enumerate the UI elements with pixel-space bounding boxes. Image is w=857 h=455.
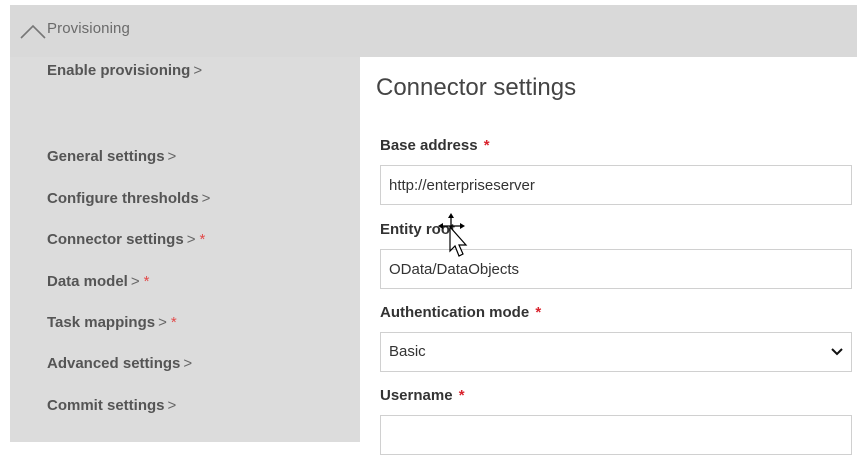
field-label-text: Username [380,387,453,404]
base-address-label: Base address * [380,137,490,154]
authentication-mode-label: Authentication mode * [380,304,541,321]
nav-item-label: Commit settings [47,397,165,414]
chevron-down-icon [831,348,843,356]
select-value: Basic [389,343,426,360]
required-marker: * [535,304,542,321]
chevron-right-icon: > [183,355,193,372]
nav-item-label: General settings [47,148,165,165]
field-label-text: Entity root [380,221,455,238]
chevron-right-icon: > [167,148,177,165]
nav-item-data-model[interactable]: Data model > * [47,270,149,294]
nav-item-configure-thresholds[interactable]: Configure thresholds > [47,187,210,211]
nav-item-advanced-settings[interactable]: Advanced settings > [47,352,192,376]
username-label: Username * [380,387,465,404]
nav-item-label: Data model [47,273,128,290]
chevron-right-icon: > [193,62,203,79]
nav-item-label: Connector settings [47,231,184,248]
page: Provisioning Enable provisioning > Genera… [0,0,857,455]
chevron-up-icon[interactable] [20,23,46,39]
entity-root-input[interactable] [380,249,852,289]
nav-item-label: Configure thresholds [47,190,199,207]
provisioning-nav: Enable provisioning > General settings > C… [10,57,360,442]
nav-item-label: Enable provisioning [47,62,191,79]
username-input[interactable] [380,415,852,455]
provisioning-section-header[interactable]: Provisioning [10,5,857,57]
connector-settings-panel: Connector settings Base address * Entity… [361,60,857,455]
chevron-right-icon: > [130,273,140,290]
nav-item-enable-provisioning[interactable]: Enable provisioning > [47,59,202,83]
base-address-input[interactable] [380,165,852,205]
required-marker: * [170,314,177,331]
nav-item-commit-settings[interactable]: Commit settings > [47,394,176,418]
authentication-mode-select[interactable]: Basic [380,332,852,372]
field-label-text: Authentication mode [380,304,530,321]
panel-title: Connector settings [376,74,577,101]
chevron-right-icon: > [158,314,167,331]
nav-item-label: Task mappings [47,314,156,331]
field-label-text: Base address [380,137,478,154]
section-title: Provisioning [47,20,130,37]
chevron-right-icon: > [186,231,196,248]
nav-item-connector-settings[interactable]: Connector settings > * [47,228,205,252]
required-marker: * [143,273,150,290]
nav-item-label: Advanced settings [47,355,181,372]
chevron-right-icon: > [201,190,211,207]
nav-item-general-settings[interactable]: General settings > [47,145,176,169]
required-marker: * [199,231,206,248]
required-marker: * [458,387,465,404]
entity-root-label: Entity root [380,221,455,238]
required-marker: * [483,137,490,154]
nav-item-task-mappings[interactable]: Task mappings > * [47,311,177,335]
chevron-right-icon: > [167,397,177,414]
